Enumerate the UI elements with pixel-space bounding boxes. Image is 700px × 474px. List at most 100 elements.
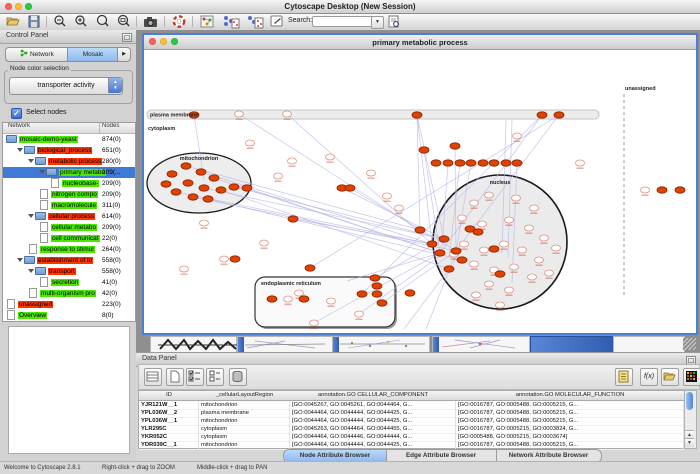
edge[interactable] bbox=[204, 188, 444, 239]
table-cell[interactable]: YDR039C__1 bbox=[139, 441, 199, 449]
node[interactable] bbox=[355, 311, 364, 317]
node[interactable] bbox=[480, 247, 489, 253]
node[interactable] bbox=[641, 187, 650, 193]
table-cell[interactable]: [GO:0045263, GO:0044464, GO:0044455, G..… bbox=[290, 425, 456, 433]
node[interactable] bbox=[274, 173, 283, 179]
tab-network[interactable]: Network bbox=[5, 47, 69, 62]
table-column-header[interactable]: _cellularLayoutRegion bbox=[199, 391, 291, 401]
node[interactable] bbox=[167, 171, 177, 177]
node[interactable] bbox=[200, 220, 209, 226]
attribute-checklist-icon[interactable] bbox=[186, 368, 204, 386]
tree-row[interactable]: nucleobase-209(0) bbox=[3, 178, 135, 189]
tree-row[interactable]: biological_process651(0) bbox=[3, 145, 135, 156]
minimized-window[interactable] bbox=[530, 336, 615, 353]
expand-arrow-icon[interactable] bbox=[39, 170, 45, 174]
node[interactable] bbox=[458, 215, 467, 221]
node[interactable] bbox=[188, 194, 198, 200]
node[interactable] bbox=[451, 248, 461, 254]
node[interactable] bbox=[412, 112, 422, 118]
minimized-window[interactable] bbox=[150, 336, 237, 353]
node[interactable] bbox=[473, 229, 483, 235]
select-attributes-icon[interactable] bbox=[144, 368, 162, 386]
tree-row[interactable]: multi-organism pro42(0) bbox=[3, 288, 135, 299]
node[interactable] bbox=[427, 241, 437, 247]
node[interactable] bbox=[415, 227, 425, 233]
node[interactable] bbox=[443, 160, 453, 166]
node[interactable] bbox=[310, 320, 319, 326]
node[interactable] bbox=[530, 205, 539, 211]
edge[interactable] bbox=[287, 114, 432, 244]
node[interactable] bbox=[260, 240, 269, 246]
table-cell[interactable]: mitochondrion bbox=[199, 441, 290, 449]
tree-row[interactable]: metabolic process280(0) bbox=[3, 156, 135, 167]
edge[interactable] bbox=[247, 188, 440, 253]
tree-row[interactable]: cell communicat22(0) bbox=[3, 233, 135, 244]
node[interactable] bbox=[383, 193, 392, 199]
node[interactable] bbox=[657, 187, 667, 193]
node[interactable] bbox=[505, 217, 514, 223]
node[interactable] bbox=[242, 185, 252, 191]
expand-arrow-icon[interactable] bbox=[17, 148, 23, 152]
tree-row[interactable]: nitrogen compo209(0) bbox=[3, 189, 135, 200]
table-cell[interactable]: YPL036W__1 bbox=[139, 417, 199, 425]
control-panel-header[interactable]: Control Panel bbox=[0, 30, 136, 44]
edge[interactable] bbox=[176, 192, 432, 244]
tree-row[interactable]: cellular metabo209(0) bbox=[3, 222, 135, 233]
node[interactable] bbox=[377, 300, 387, 306]
node[interactable] bbox=[203, 196, 213, 202]
expand-arrow-icon[interactable] bbox=[17, 258, 23, 262]
unselect-attributes-icon[interactable] bbox=[206, 368, 224, 386]
node[interactable] bbox=[435, 250, 445, 256]
minimized-window-titlebar[interactable] bbox=[238, 337, 244, 352]
node[interactable] bbox=[500, 241, 509, 247]
node[interactable] bbox=[470, 200, 479, 206]
network-overview-icon[interactable] bbox=[200, 15, 214, 28]
expand-arrow-icon[interactable] bbox=[28, 159, 34, 163]
node[interactable] bbox=[267, 296, 277, 302]
node[interactable] bbox=[576, 160, 585, 166]
table-cell[interactable]: [GO:0016787, GO:0005488, GO:0005215, G..… bbox=[456, 417, 684, 425]
node[interactable] bbox=[171, 189, 181, 195]
tree-row[interactable]: unassigned223(0) bbox=[3, 299, 135, 310]
node[interactable] bbox=[505, 287, 514, 293]
select-nodes-checkbox[interactable]: ✓ bbox=[11, 108, 22, 119]
table-cell[interactable]: [GO:0016787, GO:0005488, GO:0005215, G..… bbox=[456, 441, 684, 449]
node[interactable] bbox=[299, 296, 309, 302]
node[interactable] bbox=[288, 158, 297, 164]
node[interactable] bbox=[305, 265, 315, 271]
edge[interactable] bbox=[239, 114, 420, 230]
zoom-in-icon[interactable] bbox=[74, 15, 88, 28]
node[interactable] bbox=[357, 291, 367, 297]
node[interactable] bbox=[180, 266, 189, 272]
node[interactable] bbox=[419, 147, 429, 153]
tree-row[interactable]: secretion41(0) bbox=[3, 277, 135, 288]
tree-row[interactable]: response to stimul264(0) bbox=[3, 244, 135, 255]
node[interactable] bbox=[485, 281, 494, 287]
node[interactable] bbox=[220, 256, 229, 262]
table-cell[interactable]: YPL036W__2 bbox=[139, 409, 199, 417]
node[interactable] bbox=[216, 187, 226, 193]
tree-row[interactable]: primary metabo209(... bbox=[3, 167, 135, 178]
node[interactable] bbox=[545, 270, 554, 276]
node[interactable] bbox=[501, 160, 511, 166]
node[interactable] bbox=[229, 184, 239, 190]
node[interactable] bbox=[295, 290, 304, 296]
edge[interactable] bbox=[417, 115, 432, 244]
search-combo-button[interactable]: ▼ bbox=[371, 16, 384, 29]
expand-arrow-icon[interactable] bbox=[28, 269, 34, 273]
node[interactable] bbox=[510, 264, 519, 270]
plugin-help-icon[interactable] bbox=[172, 15, 186, 28]
node[interactable] bbox=[326, 154, 335, 160]
table-cell[interactable]: [GO:0044464, GO:0044446, GO:0044444, G..… bbox=[290, 433, 456, 441]
table-cell[interactable]: cytoplasm bbox=[199, 425, 290, 433]
node[interactable] bbox=[196, 169, 206, 175]
delete-attribute-icon[interactable] bbox=[229, 368, 247, 386]
node[interactable] bbox=[460, 241, 469, 247]
node[interactable] bbox=[439, 236, 449, 242]
node[interactable] bbox=[455, 160, 465, 166]
formula-icon[interactable]: f(x) bbox=[640, 368, 658, 386]
zoom-selected-icon[interactable] bbox=[96, 15, 110, 28]
resize-grip[interactable] bbox=[683, 338, 696, 350]
node[interactable] bbox=[183, 180, 193, 186]
edge[interactable] bbox=[417, 115, 444, 239]
